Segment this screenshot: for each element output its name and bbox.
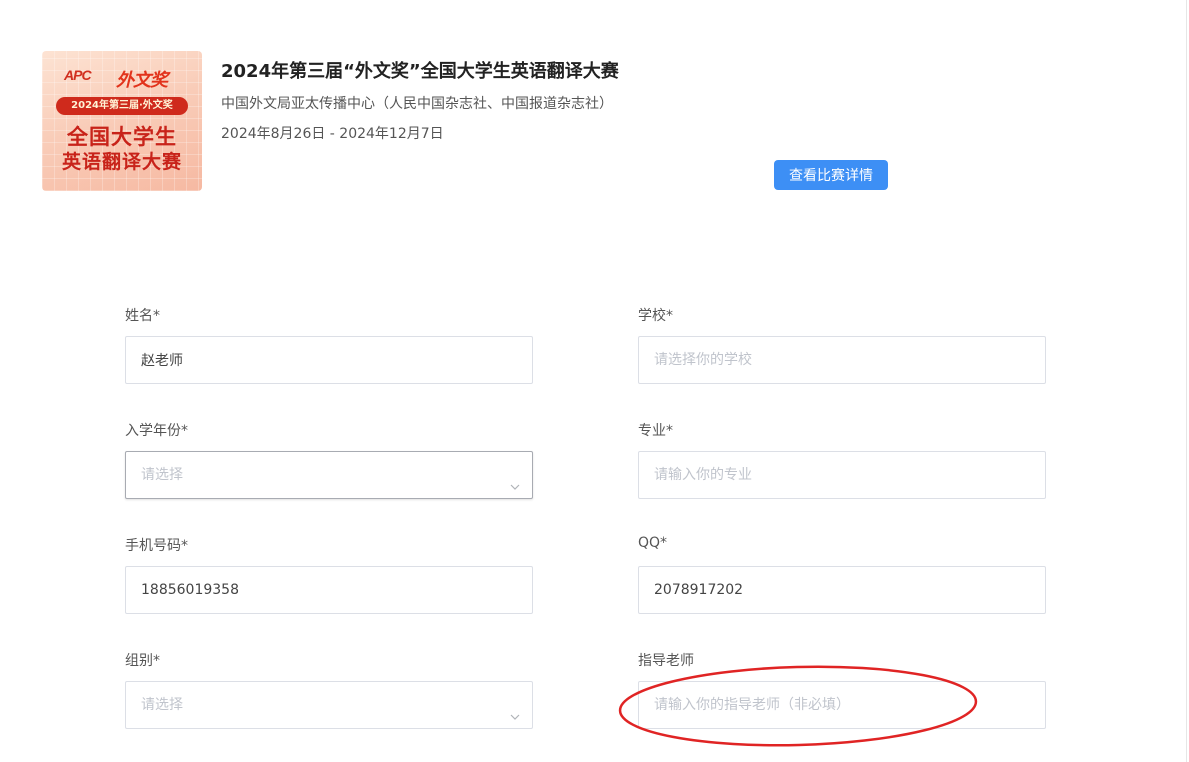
advisor-field[interactable] — [638, 681, 1046, 729]
advisor-input[interactable] — [639, 682, 1045, 728]
major-field[interactable] — [638, 451, 1046, 499]
qq-field[interactable] — [638, 566, 1046, 614]
phone-label: 手机号码* — [125, 538, 188, 554]
chevron-down-icon — [510, 484, 520, 490]
contest-organizer: 中国外文局亚太传播中心（人民中国杂志社、中国报道杂志社） — [221, 96, 613, 112]
contest-poster: APC 外文奖 2024年第三届·外文奖 全国大学生 英语翻译大赛 — [42, 51, 202, 191]
name-field[interactable] — [125, 336, 533, 384]
chevron-down-icon — [510, 714, 520, 720]
poster-ribbon: 2024年第三届·外文奖 — [56, 97, 188, 115]
view-contest-details-button[interactable]: 查看比赛详情 — [774, 160, 888, 190]
group-label: 组别* — [125, 653, 160, 669]
contest-title: 2024年第三届“外文奖”全国大学生英语翻译大赛 — [221, 61, 619, 82]
school-label: 学校* — [638, 308, 673, 324]
phone-input[interactable] — [126, 567, 532, 613]
poster-headline-line2: 英语翻译大赛 — [61, 151, 182, 173]
name-input[interactable] — [126, 337, 532, 383]
advisor-label: 指导老师 — [638, 653, 694, 669]
group-selected: 请选择 — [141, 697, 183, 713]
enroll-year-selected: 请选择 — [141, 467, 183, 483]
name-label: 姓名* — [125, 308, 160, 324]
school-field[interactable] — [638, 336, 1046, 384]
contest-dates: 2024年8月26日 - 2024年12月7日 — [221, 126, 444, 142]
major-label: 专业* — [638, 423, 673, 439]
group-select[interactable]: 请选择 — [125, 681, 533, 729]
major-input[interactable] — [639, 452, 1045, 498]
apc-logo: APC — [64, 67, 92, 83]
school-input[interactable] — [639, 337, 1045, 383]
enroll-year-label: 入学年份* — [125, 423, 188, 439]
qq-input[interactable] — [639, 567, 1045, 613]
enroll-year-select[interactable]: 请选择 — [125, 451, 533, 499]
qq-label: QQ* — [638, 535, 668, 551]
phone-field[interactable] — [125, 566, 533, 614]
right-edge-divider — [1186, 0, 1187, 762]
waiwen-award-logo: 外文奖 — [116, 70, 168, 91]
